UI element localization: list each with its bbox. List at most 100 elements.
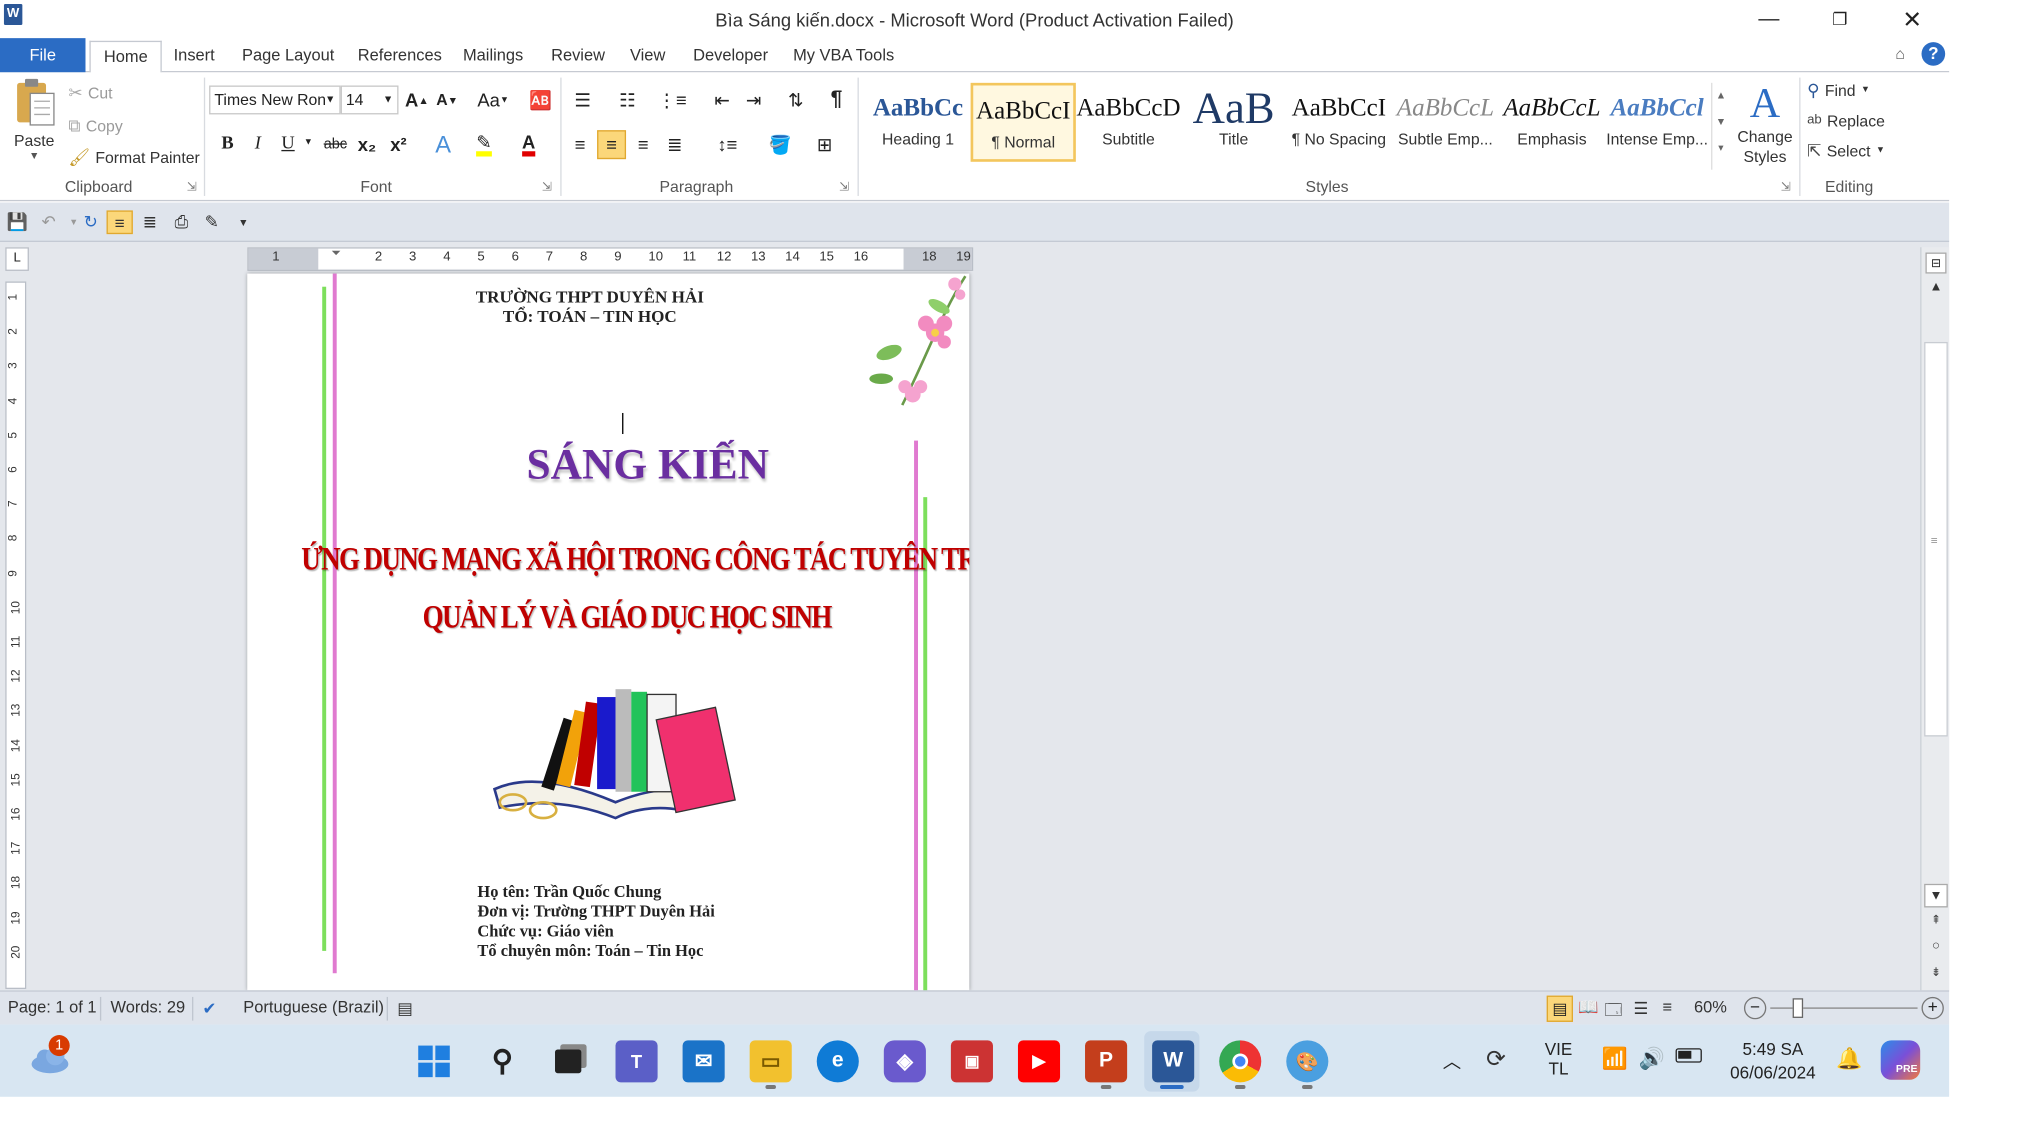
save-icon[interactable]: 💾	[4, 210, 30, 234]
horizontal-ruler[interactable]: ⏷ 1 2 3 4 5 6 7 8 9 10 11 12 13 14 15 16 18 19	[247, 246, 974, 271]
align-left-button[interactable]: ≡	[566, 130, 595, 159]
borders-button[interactable]: ⊞	[805, 130, 844, 159]
copilot-pre-icon[interactable]: PRE	[1880, 1040, 1921, 1080]
styles-scroll[interactable]: ▲ ▼ ▾	[1711, 82, 1729, 170]
clock[interactable]: 5:49 SA 06/06/2024	[1720, 1038, 1825, 1085]
subscript-button[interactable]: x₂	[352, 130, 381, 159]
style-intense-emphasis[interactable]: AaBbCcl Intense Emp...	[1605, 83, 1710, 162]
bold-button[interactable]: B	[213, 130, 242, 159]
select-button[interactable]: ⇱ Select ▼	[1807, 138, 1885, 164]
align-right-button[interactable]: ≡	[629, 130, 658, 159]
view-ruler-icon[interactable]: ⊟	[1925, 252, 1947, 274]
wifi-icon[interactable]: 📶	[1602, 1046, 1628, 1072]
restore-button[interactable]: ❐	[1810, 0, 1870, 39]
scroll-down-icon[interactable]: ▼	[1924, 883, 1948, 908]
text-effects-button[interactable]: A	[429, 130, 458, 159]
highlight-button[interactable]: ✎	[470, 130, 499, 159]
style-title[interactable]: AaB Title	[1181, 83, 1286, 162]
vertical-scrollbar[interactable]: ⊟ ▲ ≡ ▼ ⇞ ○ ⇟	[1920, 247, 1950, 991]
style-subtle-emphasis[interactable]: AaBbCcL Subtle Emp...	[1393, 83, 1498, 162]
format-painter-button[interactable]: 🖌 Format Painter	[68, 145, 199, 171]
style-emphasis[interactable]: AaBbCcL Emphasis	[1499, 83, 1604, 162]
notification-bell-icon[interactable]: 🔔	[1836, 1046, 1862, 1072]
chrome-icon[interactable]	[1219, 1040, 1262, 1083]
office-app-icon[interactable]: ▣	[950, 1040, 993, 1083]
underline-dropdown-icon[interactable]: ▼	[304, 138, 313, 147]
paste-button[interactable]: Paste ▼	[8, 78, 61, 170]
show-formatting-button[interactable]: ¶	[822, 85, 851, 114]
teams-icon[interactable]: T	[615, 1040, 658, 1083]
sync-icon[interactable]: ⟳	[1486, 1046, 1506, 1074]
justify-qat-icon[interactable]: ≣	[137, 210, 163, 234]
font-launcher-icon[interactable]: ⇲	[542, 180, 552, 194]
file-explorer-icon[interactable]: ▭	[749, 1040, 792, 1083]
undo-icon[interactable]: ↶	[36, 210, 62, 234]
tab-view[interactable]: View	[617, 41, 679, 73]
more-styles-icon[interactable]: ▾	[1712, 135, 1729, 161]
tab-references[interactable]: References	[345, 41, 455, 73]
justify-button[interactable]: ≣	[660, 130, 689, 159]
paragraph-launcher-icon[interactable]: ⇲	[839, 180, 849, 194]
document-page[interactable]: TRƯỜNG THPT DUYÊN HẢI TỔ: TOÁN – TIN HỌC…	[247, 273, 970, 991]
print-preview-icon[interactable]: ⎙	[168, 210, 194, 234]
help-icon[interactable]: ?	[1921, 42, 1946, 66]
italic-button[interactable]: I	[243, 130, 272, 159]
copilot-icon[interactable]: ◈	[883, 1040, 926, 1083]
superscript-button[interactable]: x²	[384, 130, 413, 159]
align-center-button[interactable]: ≡	[597, 130, 627, 160]
task-view-icon[interactable]	[547, 1040, 589, 1082]
input-language[interactable]: VIE TL	[1541, 1039, 1575, 1078]
volume-icon[interactable]: 🔊	[1639, 1046, 1665, 1072]
draft-icon[interactable]: ≡	[1662, 998, 1672, 1016]
copy-button[interactable]: ⧉ Copy	[68, 113, 122, 139]
shrink-font-button[interactable]: A ▼	[433, 85, 462, 114]
next-page-icon[interactable]: ⇟	[1924, 965, 1948, 979]
proofing-icon[interactable]: ✔	[203, 998, 217, 1018]
tab-page-layout[interactable]: Page Layout	[229, 41, 348, 73]
align-center-qat-icon[interactable]: ≡	[106, 210, 133, 235]
full-screen-reading-icon[interactable]: 📖	[1578, 998, 1598, 1018]
font-name-combo[interactable]: Times New Ron ▼	[209, 85, 341, 115]
language-status[interactable]: Portuguese (Brazil)	[243, 998, 384, 1016]
scroll-up-icon[interactable]: ▲	[1924, 276, 1948, 300]
decrease-indent-button[interactable]: ⇤	[708, 85, 737, 114]
increase-indent-button[interactable]: ⇥	[739, 85, 768, 114]
change-styles-button[interactable]: A Change Styles	[1733, 78, 1796, 175]
show-hidden-icons-icon[interactable]: ︿	[1443, 1048, 1461, 1074]
battery-icon[interactable]	[1675, 1048, 1702, 1063]
search-icon[interactable]: ⚲	[481, 1040, 523, 1082]
style-heading-1[interactable]: AaBbCc Heading 1	[865, 83, 970, 162]
close-button[interactable]: ✕	[1882, 0, 1942, 39]
strikethrough-button[interactable]: abc	[321, 130, 350, 159]
zoom-slider-thumb[interactable]	[1792, 998, 1803, 1018]
minimize-button[interactable]: —	[1739, 0, 1799, 39]
scroll-thumb[interactable]: ≡	[1924, 341, 1948, 737]
zoom-out-icon[interactable]: −	[1743, 996, 1767, 1020]
zoom-in-icon[interactable]: +	[1921, 996, 1944, 1020]
mail-icon[interactable]: ✉	[682, 1040, 725, 1083]
web-layout-icon[interactable]: 🗔	[1605, 998, 1623, 1026]
change-case-button[interactable]: Aa ▼	[473, 85, 512, 114]
word-icon[interactable]: W	[1152, 1040, 1195, 1083]
macro-icon[interactable]: ▤	[397, 998, 413, 1018]
tab-insert[interactable]: Insert	[160, 41, 227, 73]
styles-launcher-icon[interactable]: ⇲	[1781, 180, 1791, 194]
tab-mailings[interactable]: Mailings	[450, 41, 537, 73]
tab-review[interactable]: Review	[538, 41, 618, 73]
customize-qat-icon[interactable]: ▼	[230, 210, 256, 234]
style-no-spacing[interactable]: AaBbCcI ¶ No Spacing	[1286, 83, 1391, 162]
bullets-button[interactable]: ☰	[568, 85, 597, 114]
clear-formatting-button[interactable]: 🆎	[526, 85, 555, 114]
indent-marker-icon[interactable]: ⏷	[331, 246, 340, 260]
word-count[interactable]: Words: 29	[110, 998, 185, 1016]
underline-button[interactable]: U	[274, 130, 303, 159]
edit-icon[interactable]: ✎	[199, 210, 225, 234]
start-button[interactable]	[413, 1040, 455, 1082]
tab-my-vba-tools[interactable]: My VBA Tools	[780, 41, 907, 73]
line-spacing-button[interactable]: ↕≡	[708, 130, 747, 159]
tab-file[interactable]: File	[0, 38, 86, 73]
font-color-button[interactable]: A	[514, 130, 543, 159]
grow-font-button[interactable]: A ▲	[402, 85, 431, 114]
font-size-combo[interactable]: 14 ▼	[340, 85, 399, 115]
multilevel-list-button[interactable]: ⋮≡	[657, 85, 686, 114]
